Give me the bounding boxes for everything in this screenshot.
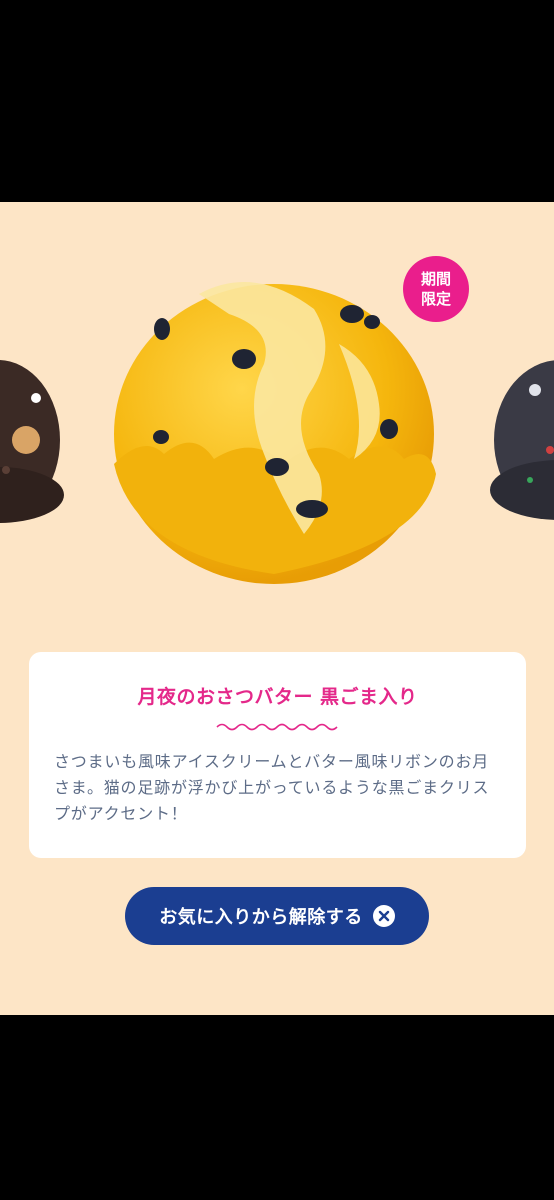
product-title: 月夜のおさつバター 黒ごま入り — [137, 686, 418, 708]
close-circle-icon — [372, 905, 395, 927]
badge-line-2: 限定 — [420, 290, 451, 308]
next-product-image[interactable] — [490, 330, 554, 530]
limited-time-badge: 期間 限定 — [403, 256, 469, 322]
remove-favorite-label: お気に入りから解除する — [159, 907, 363, 928]
wave-divider — [216, 723, 338, 731]
product-description: さつまいも風味アイスクリームとバター風味リボンのお月さま。猫の足跡が浮かび上がっ… — [54, 752, 490, 823]
badge-line-1: 期間 — [420, 270, 451, 288]
product-info-card: 月夜のおさつバター 黒ごま入り さつまいも風味アイスクリームとバター風味リボンの… — [29, 652, 526, 858]
previous-product-image[interactable] — [0, 330, 66, 530]
product-detail-panel: 期間 限定 月夜のおさつバター 黒ごま入り さつまいも風味アイスクリームとバター… — [0, 202, 554, 1015]
screen: 期間 限定 月夜のおさつバター 黒ごま入り さつまいも風味アイスクリームとバター… — [0, 0, 554, 1200]
product-image — [114, 282, 436, 584]
remove-favorite-button[interactable]: お気に入りから解除する — [125, 887, 429, 945]
